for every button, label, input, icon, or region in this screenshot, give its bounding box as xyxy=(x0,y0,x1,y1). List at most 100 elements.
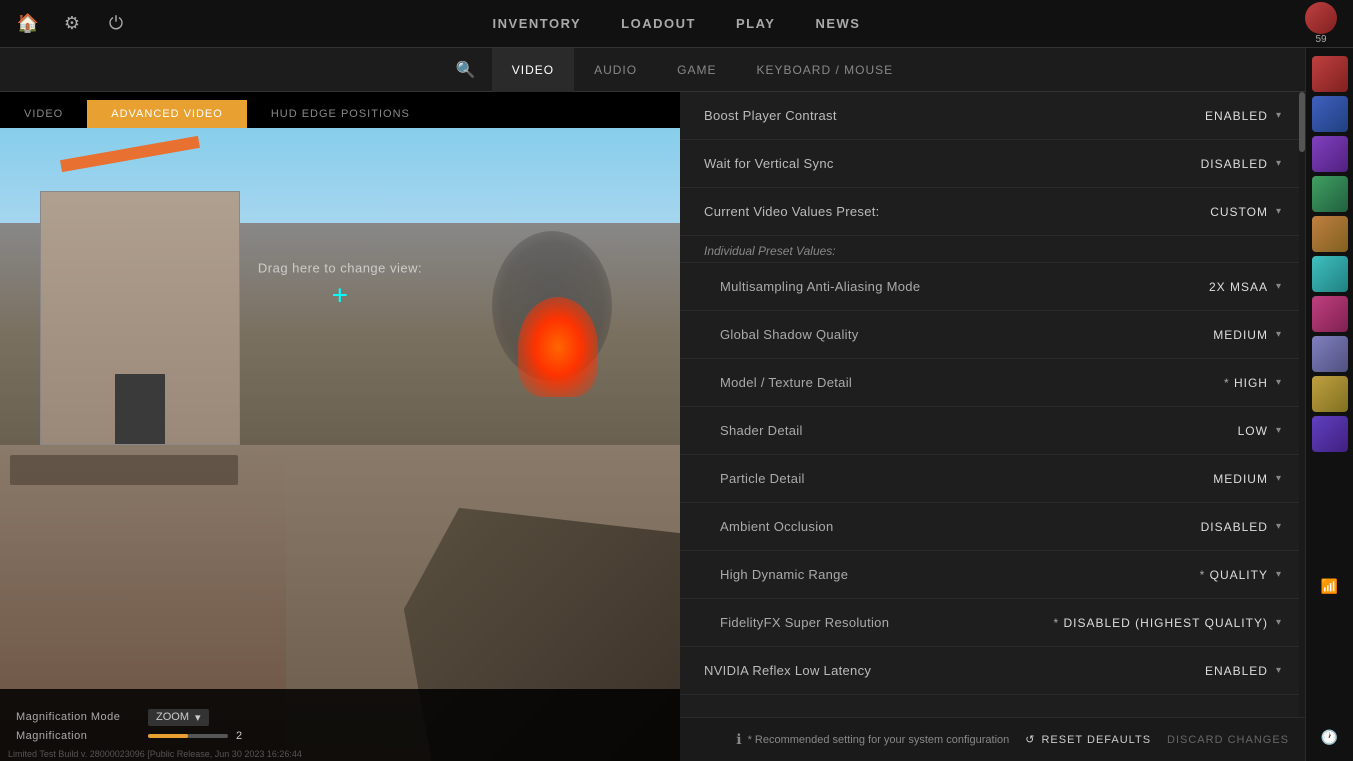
boost-player-contrast-label: Boost Player Contrast xyxy=(704,108,837,123)
texture-detail-label: Model / Texture Detail xyxy=(704,375,852,390)
ambient-occlusion-label: Ambient Occlusion xyxy=(704,519,833,534)
nvidia-reflex-value[interactable]: ENABLED ▾ xyxy=(1205,664,1281,678)
hdr-arrow: ▾ xyxy=(1276,569,1281,580)
clock-icon[interactable]: 🕐 xyxy=(1314,721,1346,753)
recommended-icon: ℹ xyxy=(736,731,741,748)
player-avatar-image xyxy=(1305,2,1337,34)
hdr-value[interactable]: QUALITY ▾ xyxy=(1200,568,1281,582)
scrollbar-track xyxy=(1299,92,1305,717)
sidebar-avatar-2[interactable] xyxy=(1312,96,1348,132)
shader-detail-arrow: ▾ xyxy=(1276,425,1281,436)
settings-panel: Boost Player Contrast ENABLED ▾ Wait for… xyxy=(680,92,1305,717)
settings-row-hdr: High Dynamic Range QUALITY ▾ xyxy=(680,551,1305,599)
friend-count: 59 xyxy=(1315,34,1326,45)
top-navigation: 🏠 ⚙ ⏻ INVENTORY LOADOUT PLAY NEWS 59 xyxy=(0,0,1353,48)
msaa-arrow: ▾ xyxy=(1276,281,1281,292)
sidebar-avatar-5[interactable] xyxy=(1312,216,1348,252)
texture-detail-value[interactable]: HIGH ▾ xyxy=(1224,376,1281,390)
nav-inventory[interactable]: INVENTORY xyxy=(493,12,582,35)
shadow-quality-label: Global Shadow Quality xyxy=(704,327,859,342)
boost-player-contrast-arrow: ▾ xyxy=(1276,110,1281,121)
settings-tab-game[interactable]: GAME xyxy=(657,48,736,92)
video-tab-hud[interactable]: HUD EDGE POSITIONS xyxy=(247,100,434,128)
game-preview-top: Drag here to change view: + xyxy=(0,128,680,445)
settings-row-fidelityfx: FidelityFX Super Resolution DISABLED (HI… xyxy=(680,599,1305,647)
scrollbar-thumb[interactable] xyxy=(1299,92,1305,152)
sidebar-avatar-3[interactable] xyxy=(1312,136,1348,172)
sidebar-avatar-6[interactable] xyxy=(1312,256,1348,292)
settings-row-shadow-quality: Global Shadow Quality MEDIUM ▾ xyxy=(680,311,1305,359)
game-preview-panel: VIDEO ADVANCED VIDEO HUD EDGE POSITIONS … xyxy=(0,92,680,761)
discard-changes-button[interactable]: DISCARD CHANGES xyxy=(1167,734,1289,746)
magnification-slider-container: 2 xyxy=(148,730,256,742)
sidebar-avatar-7[interactable] xyxy=(1312,296,1348,332)
top-nav-menu: INVENTORY LOADOUT PLAY NEWS xyxy=(493,12,861,35)
settings-tab-keyboard-mouse[interactable]: KEYBOARD / MOUSE xyxy=(736,48,913,92)
particle-detail-arrow: ▾ xyxy=(1276,473,1281,484)
magnification-slider[interactable] xyxy=(148,734,228,738)
ambient-occlusion-value[interactable]: DISABLED ▾ xyxy=(1201,520,1281,534)
wifi-icon[interactable]: 📶 xyxy=(1314,571,1346,603)
particle-detail-value[interactable]: MEDIUM ▾ xyxy=(1213,472,1281,486)
sidebar-avatar-10[interactable] xyxy=(1312,416,1348,452)
sidebar-avatar-1[interactable] xyxy=(1312,56,1348,92)
sidebar-avatar-9[interactable] xyxy=(1312,376,1348,412)
settings-tab-video[interactable]: VIDEO xyxy=(492,48,574,92)
msaa-text: 2X MSAA xyxy=(1209,280,1268,294)
magnification-mode-value: ZOOM xyxy=(156,711,189,723)
magnification-mode-label: Magnification Mode xyxy=(16,711,136,723)
settings-row-shader-detail: Shader Detail LOW ▾ xyxy=(680,407,1305,455)
settings-row-msaa: Multisampling Anti-Aliasing Mode 2X MSAA… xyxy=(680,263,1305,311)
vertical-sync-value[interactable]: DISABLED ▾ xyxy=(1201,157,1281,171)
hdr-text: QUALITY xyxy=(1200,568,1268,582)
video-subtabs: VIDEO ADVANCED VIDEO HUD EDGE POSITIONS xyxy=(0,92,680,128)
settings-navigation: 🔍 VIDEO AUDIO GAME KEYBOARD / MOUSE xyxy=(0,48,1353,92)
preset-value[interactable]: CUSTOM ▾ xyxy=(1210,205,1281,219)
settings-row-preset: Current Video Values Preset: CUSTOM ▾ xyxy=(680,188,1305,236)
boost-player-contrast-value[interactable]: ENABLED ▾ xyxy=(1205,109,1281,123)
reset-defaults-button[interactable]: ↺ RESET DEFAULTS xyxy=(1025,733,1151,746)
shadow-quality-arrow: ▾ xyxy=(1276,329,1281,340)
power-icon[interactable]: ⏻ xyxy=(104,12,128,36)
ambient-occlusion-text: DISABLED xyxy=(1201,520,1268,534)
shader-detail-text: LOW xyxy=(1238,424,1268,438)
sidebar-avatar-4[interactable] xyxy=(1312,176,1348,212)
drag-message: Drag here to change view: + xyxy=(258,261,422,312)
particle-detail-label: Particle Detail xyxy=(704,471,805,486)
sidebar-avatar-8[interactable] xyxy=(1312,336,1348,372)
vertical-sync-text: DISABLED xyxy=(1201,157,1268,171)
search-icon[interactable]: 🔍 xyxy=(440,60,492,80)
preset-label: Current Video Values Preset: xyxy=(704,204,880,219)
magnification-mode-row: Magnification Mode ZOOM ▾ xyxy=(16,709,664,726)
msaa-value[interactable]: 2X MSAA ▾ xyxy=(1209,280,1281,294)
content-area: VIDEO ADVANCED VIDEO HUD EDGE POSITIONS … xyxy=(0,92,1353,761)
fidelityfx-arrow: ▾ xyxy=(1276,617,1281,628)
settings-icon[interactable]: ⚙ xyxy=(60,12,84,36)
player-avatar[interactable]: 59 xyxy=(1305,2,1337,45)
video-tab-advanced[interactable]: ADVANCED VIDEO xyxy=(87,100,247,128)
fidelityfx-label: FidelityFX Super Resolution xyxy=(704,615,889,630)
settings-row-boost-player-contrast: Boost Player Contrast ENABLED ▾ xyxy=(680,92,1305,140)
magnification-mode-dropdown[interactable]: ZOOM ▾ xyxy=(148,709,209,726)
nav-play[interactable]: PLAY xyxy=(736,12,775,35)
fidelityfx-value[interactable]: DISABLED (HIGHEST QUALITY) ▾ xyxy=(1053,616,1281,630)
shader-detail-value[interactable]: LOW ▾ xyxy=(1238,424,1281,438)
reset-label: RESET DEFAULTS xyxy=(1041,734,1151,746)
nav-news[interactable]: NEWS xyxy=(815,12,860,35)
hdr-label: High Dynamic Range xyxy=(704,567,848,582)
vertical-sync-label: Wait for Vertical Sync xyxy=(704,156,834,171)
home-icon[interactable]: 🏠 xyxy=(16,12,40,36)
version-text: Limited Test Build v. 28000023096 [Publi… xyxy=(8,749,302,759)
nav-loadout[interactable]: LOADOUT xyxy=(621,12,696,35)
magnification-value-row: Magnification 2 xyxy=(16,730,664,742)
video-tab-video[interactable]: VIDEO xyxy=(0,100,87,128)
magnification-label: Magnification xyxy=(16,730,136,742)
preset-arrow: ▾ xyxy=(1276,206,1281,217)
crosshair: + xyxy=(258,280,422,312)
settings-row-ambient-occlusion: Ambient Occlusion DISABLED ▾ xyxy=(680,503,1305,551)
settings-tab-audio[interactable]: AUDIO xyxy=(574,48,657,92)
preset-section-label: Individual Preset Values: xyxy=(680,236,1305,263)
bottom-action-bar: ℹ * Recommended setting for your system … xyxy=(680,717,1305,761)
shader-detail-label: Shader Detail xyxy=(704,423,803,438)
shadow-quality-value[interactable]: MEDIUM ▾ xyxy=(1213,328,1281,342)
